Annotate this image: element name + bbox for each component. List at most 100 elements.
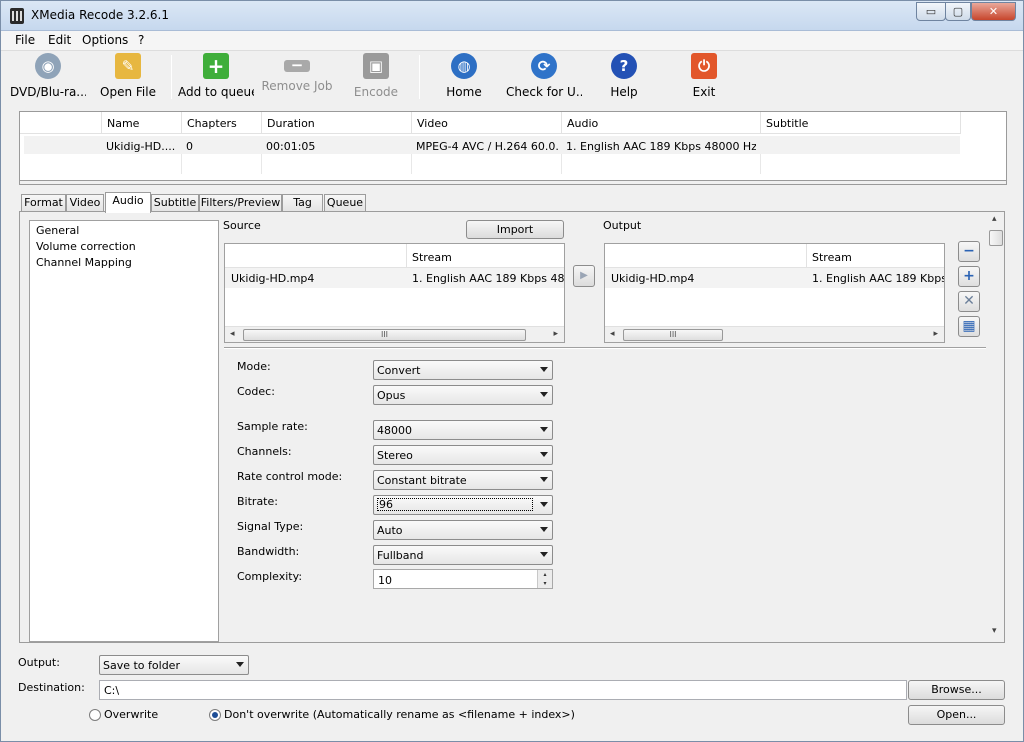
folder-icon: ✎ <box>115 53 141 79</box>
signal-type-select[interactable]: Auto <box>373 520 553 540</box>
transfer-stream-button[interactable]: ▶ <box>573 265 595 287</box>
codec-select[interactable]: Opus <box>373 385 553 405</box>
encode-button[interactable]: ▣ Encode <box>338 53 414 101</box>
open-button[interactable]: Open... <box>908 705 1005 725</box>
scroll-right-icon[interactable]: ▸ <box>553 329 558 339</box>
mode-select[interactable]: Convert <box>373 360 553 380</box>
scroll-left-icon[interactable]: ◂ <box>610 329 615 339</box>
menu-help[interactable]: ? <box>138 33 144 47</box>
queue-cell-duration: 00:01:05 <box>266 140 316 153</box>
source-stream-list[interactable]: Stream Ukidig-HD.mp4 1. English AAC 189 … <box>224 243 565 343</box>
browse-button[interactable]: Browse... <box>908 680 1005 700</box>
rate-control-label: Rate control mode: <box>237 470 343 483</box>
film-icon: ▣ <box>363 53 389 79</box>
queue-cell-video: MPEG-4 AVC / H.264 60.0... <box>416 140 558 153</box>
queue-header-audio[interactable]: Audio <box>562 112 761 134</box>
bitrate-select[interactable]: 96 <box>373 495 553 515</box>
queue-header-video[interactable]: Video <box>412 112 562 134</box>
dont-overwrite-label[interactable]: Don't overwrite (Automatically rename as… <box>224 708 575 721</box>
nav-item-volume-correction[interactable]: Volume correction <box>36 240 136 253</box>
scroll-up-icon[interactable]: ▴ <box>992 214 997 224</box>
queue-cell-name: Ukidig-HD.... <box>106 140 176 153</box>
tab-filters-preview[interactable]: Filters/Preview <box>199 194 282 212</box>
spin-up-icon[interactable]: ▴ <box>537 570 552 579</box>
toolbar: ◉ DVD/Blu-ra... ✎ Open File + Add to que… <box>1 51 1023 103</box>
output-header-stream[interactable]: Stream <box>807 244 944 268</box>
queue-header-chapters[interactable]: Chapters <box>182 112 262 134</box>
complexity-stepper[interactable]: 10 ▴ ▾ <box>373 569 553 589</box>
tab-format[interactable]: Format <box>21 194 66 212</box>
overwrite-label[interactable]: Overwrite <box>104 708 158 721</box>
queue-header-subtitle[interactable]: Subtitle <box>761 112 961 134</box>
tab-subtitle[interactable]: Subtitle <box>151 194 199 212</box>
spin-down-icon[interactable]: ▾ <box>537 579 552 588</box>
bandwidth-select[interactable]: Fullband <box>373 545 553 565</box>
menu-edit[interactable]: Edit <box>48 33 71 47</box>
scroll-right-icon[interactable]: ▸ <box>933 329 938 339</box>
queue-header-duration[interactable]: Duration <box>262 112 412 134</box>
exit-button[interactable]: ⏻ Exit <box>666 53 742 101</box>
scroll-left-icon[interactable]: ◂ <box>230 329 235 339</box>
output-target-label: Output: <box>18 656 60 669</box>
scroll-thumb[interactable]: III <box>243 329 526 341</box>
chevron-down-icon <box>540 527 548 532</box>
source-file-cell: Ukidig-HD.mp4 <box>231 272 315 285</box>
check-for-updates-button[interactable]: ⟳ Check for U... <box>506 53 582 101</box>
output-hscrollbar[interactable]: ◂ III ▸ <box>605 326 944 342</box>
nav-item-general[interactable]: General <box>36 224 79 237</box>
close-button[interactable]: ✕ <box>971 2 1016 21</box>
panel-vscrollbar[interactable]: ▴ ▾ <box>988 214 1004 640</box>
disc-icon: ◉ <box>35 53 61 79</box>
rate-control-select[interactable]: Constant bitrate <box>373 470 553 490</box>
open-file-button[interactable]: ✎ Open File <box>90 53 166 101</box>
chevron-down-icon <box>540 552 548 557</box>
remove-job-button[interactable]: − Remove Job <box>259 53 335 101</box>
source-header-stream[interactable]: Stream <box>407 244 564 268</box>
tab-tag[interactable]: Tag <box>282 194 323 212</box>
overwrite-radio[interactable] <box>89 709 101 721</box>
delete-stream-button[interactable]: ✕ <box>958 291 980 312</box>
tab-video[interactable]: Video <box>66 194 104 212</box>
globe-icon: ◍ <box>451 53 477 79</box>
audio-nav-list[interactable]: General Volume correction Channel Mappin… <box>29 220 219 642</box>
tab-queue[interactable]: Queue <box>324 194 366 212</box>
chevron-down-icon <box>236 662 244 667</box>
chevron-down-icon <box>540 392 548 397</box>
output-settings-bar: Output: Save to folder Destination: C:\ … <box>1 649 1023 741</box>
maximize-button[interactable]: ▢ <box>945 2 971 21</box>
column-divider <box>411 154 412 174</box>
destination-input[interactable]: C:\ <box>99 680 907 700</box>
queue-cell-chapters: 0 <box>186 140 193 153</box>
dvd-bluray-button[interactable]: ◉ DVD/Blu-ra... <box>10 53 86 101</box>
stream-grid-button[interactable]: ▦ <box>958 316 980 337</box>
source-hscrollbar[interactable]: ◂ III ▸ <box>225 326 564 342</box>
help-button[interactable]: ? Help <box>586 53 662 101</box>
add-to-queue-button[interactable]: + Add to queue <box>178 53 254 101</box>
help-icon: ? <box>611 53 637 79</box>
nav-item-channel-mapping[interactable]: Channel Mapping <box>36 256 132 269</box>
add-stream-button[interactable]: + <box>958 266 980 287</box>
dont-overwrite-radio[interactable] <box>209 709 221 721</box>
scroll-down-icon[interactable]: ▾ <box>992 626 997 636</box>
queue-list[interactable]: Name Chapters Duration Video Audio Subti… <box>19 111 1007 185</box>
column-divider <box>561 154 562 174</box>
channels-select[interactable]: Stereo <box>373 445 553 465</box>
queue-header-name[interactable]: Name <box>102 112 182 134</box>
output-target-select[interactable]: Save to folder <box>99 655 249 675</box>
audio-panel: General Volume correction Channel Mappin… <box>19 211 1005 643</box>
chevron-down-icon <box>540 477 548 482</box>
home-button[interactable]: ◍ Home <box>426 53 502 101</box>
minimize-button[interactable]: ▭ <box>916 2 946 21</box>
sample-rate-select[interactable]: 48000 <box>373 420 553 440</box>
menu-options[interactable]: Options <box>82 33 128 47</box>
import-button[interactable]: Import <box>466 220 564 239</box>
tab-audio[interactable]: Audio <box>105 192 151 213</box>
menu-file[interactable]: File <box>15 33 35 47</box>
mode-label: Mode: <box>237 360 271 373</box>
complexity-label: Complexity: <box>237 570 303 583</box>
remove-stream-button[interactable]: − <box>958 241 980 262</box>
chevron-down-icon <box>540 427 548 432</box>
scroll-thumb[interactable]: III <box>623 329 723 341</box>
output-stream-list[interactable]: Stream Ukidig-HD.mp4 1. English AAC 189 … <box>604 243 945 343</box>
scroll-thumb[interactable] <box>989 230 1003 246</box>
